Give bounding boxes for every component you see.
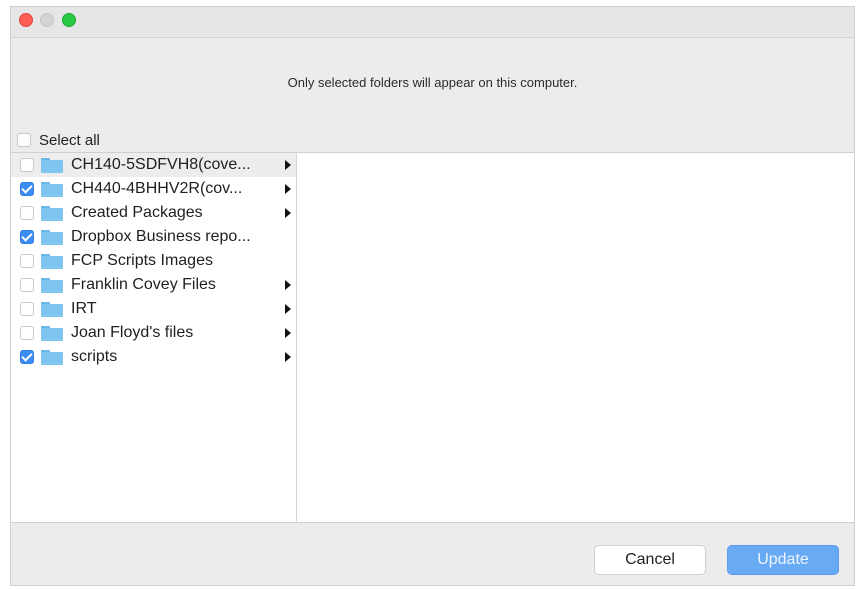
disclosure-arrow-icon[interactable]	[285, 304, 291, 314]
folder-checkbox[interactable]	[20, 302, 34, 316]
folder-checkbox[interactable]	[20, 158, 34, 172]
folder-icon	[41, 229, 63, 245]
folder-icon	[41, 301, 63, 317]
zoom-window-button[interactable]	[62, 13, 76, 27]
selective-sync-window: Only selected folders will appear on thi…	[10, 6, 855, 586]
folder-checkbox[interactable]	[20, 350, 34, 364]
folder-name: IRT	[71, 300, 97, 317]
folder-icon	[41, 205, 63, 221]
folder-name: scripts	[71, 348, 118, 365]
select-all-checkbox[interactable]	[17, 133, 31, 147]
disclosure-arrow-icon[interactable]	[285, 208, 291, 218]
folder-list-column: CH140-5SDFVH8(cove... CH440-4BHHV2R(cov.…	[11, 153, 297, 522]
folder-row[interactable]: Joan Floyd's files	[11, 321, 296, 345]
folder-icon	[41, 157, 63, 173]
folder-checkbox[interactable]	[20, 254, 34, 268]
cancel-button[interactable]: Cancel	[594, 545, 706, 575]
folder-row[interactable]: Franklin Covey Files	[11, 273, 296, 297]
folder-name: Created Packages	[71, 204, 203, 221]
select-all-row[interactable]: Select all	[17, 129, 100, 151]
folder-checkbox[interactable]	[20, 326, 34, 340]
folder-row[interactable]: FCP Scripts Images	[11, 249, 296, 273]
folder-name: Franklin Covey Files	[71, 276, 216, 293]
disclosure-arrow-icon[interactable]	[285, 352, 291, 362]
minimize-window-button[interactable]	[40, 13, 54, 27]
select-all-label: Select all	[39, 131, 100, 149]
folder-row[interactable]: Dropbox Business repo...	[11, 225, 296, 249]
disclosure-arrow-icon[interactable]	[285, 184, 291, 194]
folder-row[interactable]: IRT	[11, 297, 296, 321]
folder-icon	[41, 325, 63, 341]
folder-row[interactable]: CH140-5SDFVH8(cove...	[11, 153, 296, 177]
folder-name: CH140-5SDFVH8(cove...	[71, 156, 251, 173]
folder-row[interactable]: Created Packages	[11, 201, 296, 225]
folder-name: Dropbox Business repo...	[71, 228, 251, 245]
folder-checkbox[interactable]	[20, 206, 34, 220]
folder-checkbox[interactable]	[20, 230, 34, 244]
disclosure-arrow-icon[interactable]	[285, 280, 291, 290]
folder-checkbox[interactable]	[20, 278, 34, 292]
folder-icon	[41, 277, 63, 293]
folder-icon	[41, 253, 63, 269]
folder-name: Joan Floyd's files	[71, 324, 194, 341]
folder-browser: CH140-5SDFVH8(cove... CH440-4BHHV2R(cov.…	[11, 152, 854, 523]
close-window-button[interactable]	[19, 13, 33, 27]
dialog-footer: Cancel Update	[11, 522, 854, 587]
folder-name: FCP Scripts Images	[71, 252, 213, 269]
instruction-text: Only selected folders will appear on thi…	[287, 75, 578, 90]
title-bar	[11, 7, 854, 38]
folder-icon	[41, 349, 63, 365]
update-button[interactable]: Update	[727, 545, 839, 575]
disclosure-arrow-icon[interactable]	[285, 328, 291, 338]
folder-name: CH440-4BHHV2R(cov...	[71, 180, 243, 197]
folder-icon	[41, 181, 63, 197]
disclosure-arrow-icon[interactable]	[285, 160, 291, 170]
folder-row[interactable]: scripts	[11, 345, 296, 369]
folder-row[interactable]: CH440-4BHHV2R(cov...	[11, 177, 296, 201]
folder-checkbox[interactable]	[20, 182, 34, 196]
subfolder-column	[297, 153, 854, 522]
